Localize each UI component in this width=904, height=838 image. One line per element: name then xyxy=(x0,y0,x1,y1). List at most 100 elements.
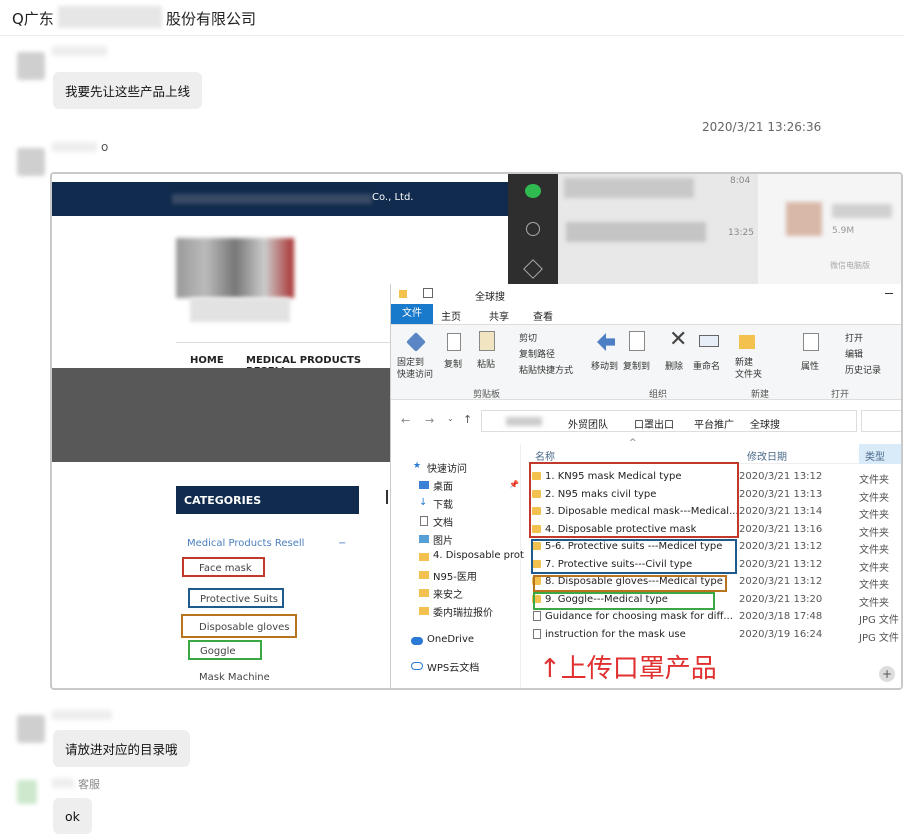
paste-shortcut-button[interactable]: 粘贴快捷方式 xyxy=(519,363,573,376)
address-bar[interactable]: 外贸团队 口罩出口 平台推广 全球搜 xyxy=(481,410,857,432)
file-date: 2020/3/21 13:14 xyxy=(739,506,823,517)
new-folder-icon xyxy=(739,335,755,349)
add-icon[interactable]: + xyxy=(879,666,895,682)
nav-folder-venezuela[interactable]: 委内瑞拉报价 xyxy=(433,604,493,619)
edit-button[interactable]: 编辑 xyxy=(845,347,863,360)
tab-home[interactable]: 主页 xyxy=(441,308,461,323)
breadcrumb-2[interactable]: 口罩出口 xyxy=(634,416,674,431)
explorer-titlebar: 全球搜 xyxy=(391,284,901,304)
breadcrumb-4[interactable]: 全球搜 xyxy=(750,416,780,431)
cut-button[interactable]: 剪切 xyxy=(519,331,537,344)
tab-file[interactable]: 文件 xyxy=(391,304,433,324)
file-type: 文件夹 xyxy=(859,475,889,486)
chat-icon[interactable] xyxy=(525,184,541,198)
copy-button[interactable]: 复制 xyxy=(444,357,462,370)
chat-list-blur xyxy=(564,178,694,198)
group-clipboard: 剪贴板 xyxy=(473,390,501,400)
group-organize: 组织 xyxy=(649,390,668,400)
highlight-box-orange xyxy=(533,575,727,592)
title-folder-icon xyxy=(399,290,407,298)
file-date: 2020/3/18 17:48 xyxy=(739,611,823,622)
col-date[interactable]: 修改日期 xyxy=(747,448,787,463)
nav-icon-folder xyxy=(419,589,429,597)
file-date: 2020/3/21 13:12 xyxy=(739,558,823,570)
nav-onedrive[interactable]: OneDrive xyxy=(427,634,474,645)
new-folder-button[interactable]: 新建 文件夹 xyxy=(735,357,762,381)
rename-icon xyxy=(699,335,719,347)
nav-icon-downloads: ↓ xyxy=(419,497,428,508)
nav-folder-disposable[interactable]: 4. Disposable prot xyxy=(433,550,524,561)
breadcrumb-1[interactable]: 外贸团队 xyxy=(568,416,608,431)
tab-view[interactable]: 查看 xyxy=(533,308,553,323)
file-date: 2020/3/21 13:13 xyxy=(739,488,823,500)
sender-name-blurred xyxy=(52,46,107,56)
open-button[interactable]: 打开 xyxy=(845,331,863,344)
category-goggle[interactable]: Goggle xyxy=(188,640,262,660)
forward-icon[interactable]: → xyxy=(425,414,434,427)
avatar[interactable] xyxy=(17,715,45,743)
file-row[interactable]: Guidance for choosing mask for diff... 20… xyxy=(529,608,901,626)
chat-title-prefix: Q广东 xyxy=(12,10,54,28)
copy-to-icon xyxy=(629,331,645,351)
category-mask-machine[interactable]: Mask Machine xyxy=(199,672,270,683)
search-box[interactable] xyxy=(861,410,901,432)
category-protective-suits[interactable]: Protective Suits xyxy=(188,588,284,608)
chevron-down-icon[interactable]: ⌄ xyxy=(447,414,454,423)
minimize-icon[interactable] xyxy=(885,293,893,294)
pin-icon xyxy=(406,332,426,352)
delete-icon: ✕ xyxy=(669,327,688,352)
title-check-icon xyxy=(423,288,433,298)
col-type[interactable]: 类型 xyxy=(859,444,901,464)
nav-folder-laianzhi[interactable]: 来安之 xyxy=(433,586,463,601)
history-button[interactable]: 历史记录 xyxy=(845,363,881,376)
cloud-icon xyxy=(411,662,423,670)
back-icon[interactable]: ← xyxy=(401,414,410,427)
file-row[interactable]: instruction for the mask use 2020/3/19 16… xyxy=(529,626,901,644)
avatar[interactable] xyxy=(17,148,45,176)
chat-title-suffix: 股份有限公司 xyxy=(166,10,257,28)
nav-wps[interactable]: WPS云文档 xyxy=(427,659,479,674)
pin-button[interactable]: 固定到 快速访问 xyxy=(397,357,433,381)
wechat-chat-list: 8:04 13:25 xyxy=(558,174,758,284)
nav-quick-access[interactable]: 快速访问 xyxy=(427,460,467,475)
wechat-pc-label: 微信电脑版 xyxy=(830,261,870,270)
nav-pane: 快速访问 桌面 下载 文档 图片 4. Disposable prot N95-… xyxy=(391,444,524,688)
breadcrumb-3[interactable]: 平台推广 xyxy=(694,416,734,431)
up-icon[interactable]: ↑ xyxy=(463,413,472,426)
paste-button[interactable]: 粘贴 xyxy=(477,357,495,370)
screenshot-image[interactable]: Co., Ltd. HOME MEDICAL PRODUCTS RESELL C… xyxy=(50,172,903,690)
nav-desktop[interactable]: 桌面 xyxy=(433,478,453,493)
copy-path-button[interactable]: 复制路径 xyxy=(519,347,555,360)
avatar[interactable] xyxy=(17,52,45,80)
properties-button[interactable]: 属性 xyxy=(801,359,819,372)
nav-pictures[interactable]: 图片 xyxy=(433,532,453,547)
category-face-mask[interactable]: Face mask xyxy=(182,557,265,577)
properties-icon xyxy=(803,333,819,351)
avatar[interactable] xyxy=(17,780,37,804)
nav-documents[interactable]: 文档 xyxy=(433,514,453,529)
explorer-window: 全球搜 文件 主页 共享 查看 固定到 快速访问 复制 粘贴 剪切 复制路径 粘… xyxy=(390,284,901,688)
delete-button[interactable]: 删除 xyxy=(665,359,683,372)
file-name: instruction for the mask use xyxy=(545,628,686,640)
file-type: 文件夹 xyxy=(859,580,889,591)
tab-share[interactable]: 共享 xyxy=(489,308,509,323)
file-size: 5.9M xyxy=(832,226,855,236)
col-name[interactable]: 名称 xyxy=(535,448,555,463)
nav-icon-folder xyxy=(419,571,429,579)
contacts-icon[interactable] xyxy=(526,222,540,236)
nav-home[interactable]: HOME xyxy=(190,355,224,366)
category-parent[interactable]: Medical Products Resell xyxy=(187,538,304,549)
box-icon[interactable] xyxy=(523,259,543,279)
highlight-box-red xyxy=(529,462,739,538)
file-type: JPG 文件 xyxy=(859,615,899,626)
rename-button[interactable]: 重命名 xyxy=(693,359,720,372)
move-to-button[interactable]: 移动到 xyxy=(591,359,618,372)
nav-downloads[interactable]: 下载 xyxy=(433,496,453,511)
website-banner xyxy=(52,368,392,462)
category-toggle[interactable]: − xyxy=(338,538,346,549)
category-disposable-gloves[interactable]: Disposable gloves xyxy=(181,614,297,638)
file-date: 2020/3/21 13:20 xyxy=(739,593,823,605)
copy-to-button[interactable]: 复制到 xyxy=(623,359,650,372)
highlight-box-green xyxy=(533,592,715,610)
nav-folder-n95[interactable]: N95-医用 xyxy=(433,568,477,583)
